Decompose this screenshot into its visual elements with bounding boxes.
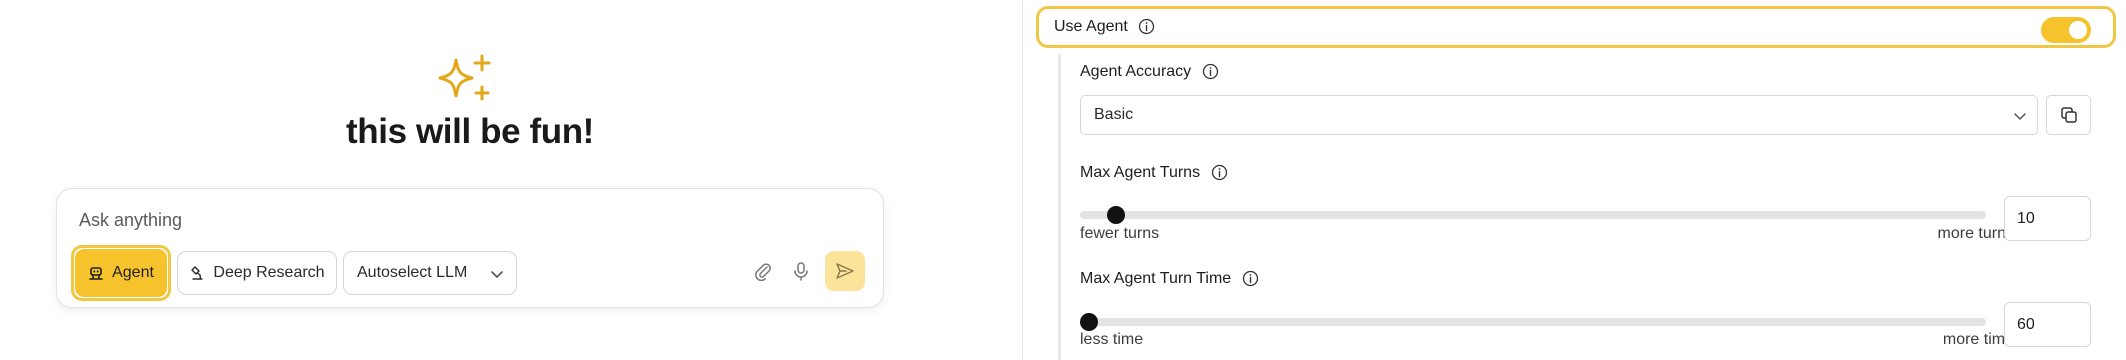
agent-accuracy-select[interactable]: Basic (1080, 95, 2038, 135)
agent-settings-pane: Use Agent Agent Accuracy Basic Max Agent… (1023, 0, 2126, 360)
settings-indent-rail (1058, 54, 1061, 360)
agent-accuracy-label: Agent Accuracy (1080, 63, 1192, 80)
max-agent-turn-time-slider[interactable] (1080, 313, 1986, 331)
use-agent-row: Use Agent (1036, 6, 2116, 48)
chat-composer: Ask anything Agent Deep Research Autosel… (56, 188, 884, 308)
slider-min-label: less time (1080, 331, 1144, 348)
info-icon[interactable] (1202, 63, 1219, 80)
sparkle-icon (438, 54, 491, 101)
agent-button[interactable]: Agent (75, 249, 167, 297)
copy-button[interactable] (2046, 95, 2091, 135)
info-icon[interactable] (1211, 164, 1228, 181)
slider-min-label: fewer turns (1080, 225, 1160, 242)
research-icon (191, 266, 204, 280)
use-agent-label: Use Agent (1054, 18, 1128, 35)
agent-accuracy-value: Basic (1094, 106, 1134, 123)
send-button[interactable] (825, 251, 865, 291)
chevron-down-icon (2014, 113, 2026, 120)
chevron-down-icon (491, 271, 503, 278)
send-icon (836, 263, 854, 279)
copy-icon (2060, 107, 2077, 123)
deep-research-button[interactable]: Deep Research (177, 251, 337, 295)
max-agent-turns-slider[interactable] (1080, 206, 1986, 224)
llm-select[interactable]: Autoselect LLM (343, 251, 517, 295)
page-title: this will be fun! (346, 112, 594, 151)
max-agent-turns-label: Max Agent Turns (1080, 164, 1201, 181)
agent-button-label: Agent (112, 264, 154, 281)
chat-pane: this will be fun! Ask anything Agent Dee… (0, 0, 1022, 360)
chat-input[interactable]: Ask anything (79, 210, 182, 231)
use-agent-toggle[interactable] (2041, 17, 2091, 43)
info-icon[interactable] (1138, 18, 1155, 35)
slider-thumb[interactable] (1107, 206, 1126, 224)
deep-research-label: Deep Research (213, 264, 325, 281)
max-agent-turns-input[interactable]: 10 (2004, 196, 2091, 241)
toggle-knob (2069, 21, 2087, 39)
info-icon[interactable] (1242, 270, 1259, 287)
slider-thumb[interactable] (1080, 313, 1099, 331)
max-agent-turn-time-label: Max Agent Turn Time (1080, 270, 1232, 287)
llm-select-value: Autoselect LLM (357, 264, 468, 281)
microphone-icon[interactable] (791, 261, 811, 281)
slider-max-label: more turns (1937, 225, 2014, 242)
max-agent-turn-time-input[interactable]: 60 (2004, 302, 2091, 347)
agent-icon (89, 267, 103, 280)
paperclip-icon[interactable] (753, 261, 773, 281)
